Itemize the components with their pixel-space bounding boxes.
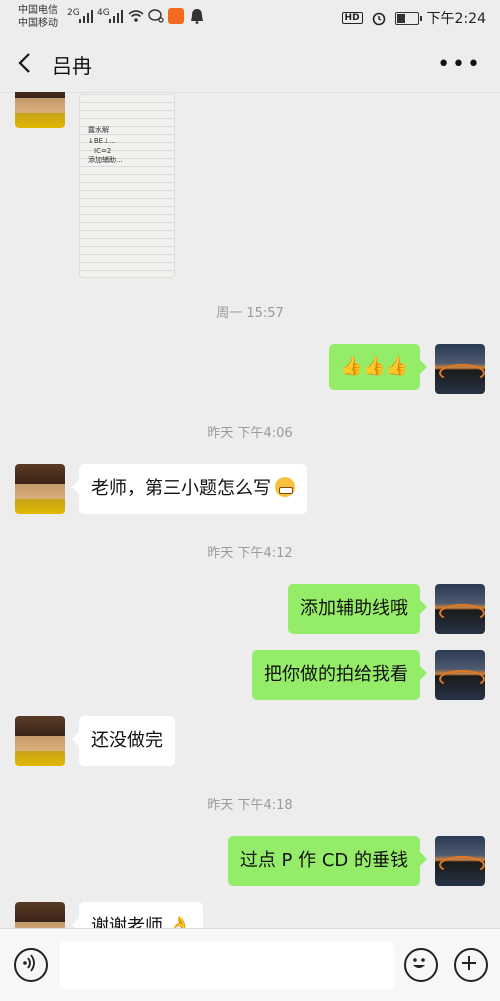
- image-note-line-3: IC=2: [94, 147, 112, 155]
- contact-avatar[interactable]: [15, 92, 65, 128]
- ghost-icon: [191, 9, 203, 24]
- outgoing-message[interactable]: 过点 P 作 CD 的垂钱: [227, 836, 428, 886]
- status-time: 下午2:24: [426, 11, 486, 27]
- incoming-message[interactable]: 还没做完: [72, 716, 175, 766]
- battery-icon: [394, 11, 422, 25]
- image-note-line-4: 添加辅助...: [88, 156, 123, 164]
- more-options-icon[interactable]: •••: [437, 52, 482, 77]
- carrier-1: 中国电信: [18, 5, 58, 16]
- image-message[interactable]: 露水解 ↓BE⊥... IC=2 添加辅助...: [79, 94, 175, 278]
- chat-bubble-icon: [148, 9, 164, 23]
- plus-icon[interactable]: [454, 948, 488, 982]
- outgoing-message[interactable]: 把你做的拍给我看: [252, 650, 427, 700]
- message-text: 老师，第三小题怎么写: [91, 478, 271, 499]
- wifi-icon: [128, 10, 144, 22]
- my-avatar[interactable]: [435, 836, 485, 886]
- contact-avatar[interactable]: [15, 902, 65, 928]
- incoming-message[interactable]: 老师，第三小题怎么写: [72, 464, 307, 514]
- chat-title: 吕冉: [52, 54, 92, 78]
- network-type-2: 4G: [97, 8, 110, 18]
- incoming-message[interactable]: 谢谢老师 👌: [71, 902, 204, 928]
- voice-icon[interactable]: [14, 948, 48, 982]
- signal-icon-1: [79, 9, 93, 23]
- back-arrow-icon[interactable]: [14, 51, 38, 75]
- image-note-line-1: 露水解: [88, 126, 109, 134]
- grimace-emoji-icon: [275, 477, 295, 497]
- network-type-1: 2G: [67, 8, 80, 18]
- contact-avatar[interactable]: [15, 716, 65, 766]
- timestamp: 昨天 下午4:12: [207, 546, 293, 561]
- my-avatar[interactable]: [435, 344, 485, 394]
- outgoing-message[interactable]: 👍👍👍: [328, 344, 428, 390]
- timestamp: 昨天 下午4:18: [207, 798, 293, 813]
- contact-avatar[interactable]: [15, 464, 65, 514]
- status-right: HD 下午2:24: [341, 8, 486, 28]
- status-bar: 中国电信 中国移动 2G 4G HD 下午2:24: [0, 0, 500, 36]
- message-input[interactable]: [60, 941, 394, 989]
- outgoing-message[interactable]: 添加辅助线哦: [288, 584, 427, 634]
- image-note-line-2: ↓BE⊥...: [88, 137, 116, 145]
- app-notification-icon: [168, 8, 184, 24]
- carrier-2: 中国移动: [18, 18, 58, 29]
- hd-icon: HD: [341, 12, 363, 24]
- timestamp: 昨天 下午4:06: [207, 426, 293, 441]
- message-list[interactable]: 露水解 ↓BE⊥... IC=2 添加辅助... 周一 15:57 👍👍👍 昨天…: [0, 92, 500, 928]
- carrier-labels: 中国电信 中国移动: [18, 4, 58, 30]
- alarm-icon: [372, 12, 385, 26]
- my-avatar[interactable]: [435, 650, 485, 700]
- smile-icon[interactable]: [404, 948, 438, 982]
- input-bar: [0, 928, 500, 1001]
- chat-header: 吕冉 •••: [0, 36, 500, 93]
- signal-icon-2: [109, 9, 123, 23]
- my-avatar[interactable]: [435, 584, 485, 634]
- timestamp: 周一 15:57: [216, 306, 284, 321]
